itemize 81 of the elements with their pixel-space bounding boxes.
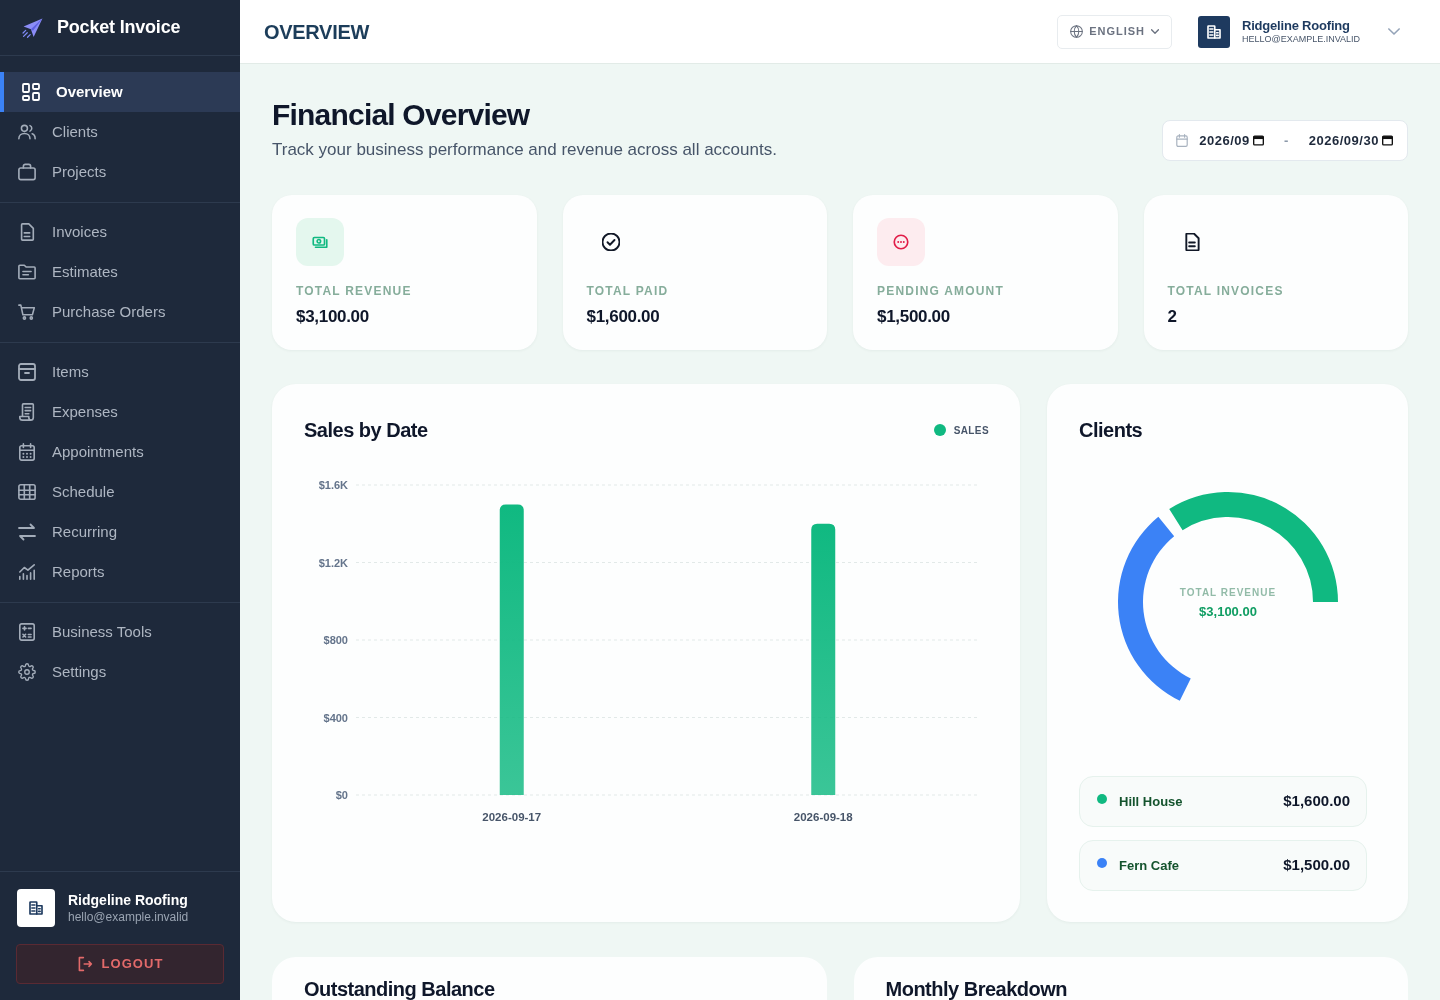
sidebar-item[interactable]: Appointments — [0, 432, 240, 472]
sidebar-item[interactable]: Settings — [0, 652, 240, 692]
document-icon — [18, 223, 36, 241]
account-email: HELLO@EXAMPLE.INVALID — [1242, 33, 1360, 45]
cart-icon — [18, 303, 36, 321]
calendar-icon — [18, 443, 36, 461]
client-row[interactable]: Fern Cafe $1,500.00 — [1079, 840, 1367, 891]
sidebar-item[interactable]: Overview — [0, 72, 240, 112]
y-axis-label: $800 — [323, 634, 348, 646]
document-icon — [1182, 233, 1201, 251]
account-email: hello@example.invalid — [68, 909, 189, 925]
archive-box-icon — [18, 363, 36, 381]
chevron-down-icon — [1151, 29, 1159, 34]
chart-icon — [18, 563, 36, 581]
calculator-icon — [18, 623, 36, 641]
app-name: Pocket Invoice — [57, 16, 181, 39]
page-subtitle: Track your business performance and revenue across all accounts. — [272, 140, 777, 160]
logout-button[interactable]: LOGOUT — [16, 944, 224, 984]
client-amount: $1,500.00 — [1283, 855, 1350, 876]
sidebar-item[interactable]: Recurring — [0, 512, 240, 552]
page-title: Financial Overview — [272, 97, 531, 133]
receipt-icon — [18, 403, 36, 421]
logout-icon — [76, 956, 93, 972]
calendar-icon — [1176, 134, 1189, 147]
dashboard-icon — [22, 83, 40, 101]
y-axis-label: $400 — [323, 711, 348, 724]
chevron-down-icon[interactable] — [1388, 28, 1400, 35]
client-amount: $1,600.00 — [1283, 791, 1350, 812]
stat-value: 2 — [1167, 307, 1178, 327]
stat-value: $1,500.00 — [877, 307, 951, 327]
sidebar-item[interactable]: Clients — [0, 112, 240, 152]
table-icon — [18, 483, 36, 501]
stat-label: PENDING AMOUNT — [877, 284, 1006, 298]
repeat-icon — [18, 523, 36, 541]
stat-value: $1,600.00 — [586, 307, 661, 327]
language-button[interactable]: ENGLISH — [1057, 14, 1172, 49]
calendar-icon — [1382, 135, 1393, 146]
stat-label: TOTAL PAID — [586, 284, 670, 298]
sidebar-item[interactable]: Schedule — [0, 472, 240, 512]
sidebar-item[interactable]: Business Tools — [0, 612, 240, 652]
sidebar-item[interactable]: Items — [0, 352, 240, 392]
sidebar-item[interactable]: Invoices — [0, 212, 240, 252]
y-axis-label: $0 — [335, 789, 348, 801]
start-date-input[interactable]: 2026/09 — [1199, 130, 1264, 151]
banknote-icon — [296, 218, 344, 266]
stat-label: TOTAL REVENUE — [296, 284, 413, 298]
settings-icon — [18, 663, 36, 681]
x-axis-label: 2026-09-18 — [793, 811, 853, 823]
globe-icon — [1070, 25, 1084, 38]
sidebar-item[interactable]: Estimates — [0, 252, 240, 292]
stat-label: TOTAL INVOICES — [1167, 284, 1285, 298]
client-name: Hill House — [1119, 792, 1183, 811]
sidebar-item[interactable]: Projects — [0, 152, 240, 192]
range-separator: - — [1283, 131, 1289, 150]
building-icon — [17, 889, 55, 927]
sidebar-item[interactable]: Reports — [0, 552, 240, 592]
calendar-icon — [1252, 135, 1264, 146]
stat-value: $3,100.00 — [296, 307, 370, 327]
donut-center-value: $3,100.00 — [1198, 604, 1257, 619]
users-icon — [18, 123, 36, 141]
briefcase-icon — [18, 163, 36, 181]
legend-label: SALES — [953, 423, 989, 438]
account-name: Ridgeline Roofing — [1242, 18, 1351, 33]
end-date-input[interactable]: 2026/09/30 — [1308, 130, 1393, 151]
x-axis-label: 2026-09-17 — [482, 811, 542, 823]
account-name: Ridgeline Roofing — [68, 891, 189, 909]
y-axis-label: $1.6K — [318, 479, 348, 491]
page-heading: OVERVIEW — [264, 19, 370, 45]
client-name: Fern Cafe — [1119, 856, 1179, 875]
donut-center-label: TOTAL REVENUE — [1179, 587, 1276, 598]
paper-plane-icon — [22, 16, 44, 39]
y-axis-label: $1.2K — [318, 556, 348, 569]
card-title: Sales by Date — [304, 418, 428, 443]
client-row[interactable]: Hill House $1,600.00 — [1079, 776, 1367, 827]
folder-icon — [18, 263, 36, 281]
sidebar-item[interactable]: Expenses — [0, 392, 240, 432]
card-title: Monthly Breakdown — [885, 977, 1068, 1000]
card-title: Outstanding Balance — [304, 977, 496, 1000]
card-title: Clients — [1079, 418, 1143, 443]
building-icon — [1198, 15, 1230, 48]
sidebar-item[interactable]: Purchase Orders — [0, 292, 240, 332]
